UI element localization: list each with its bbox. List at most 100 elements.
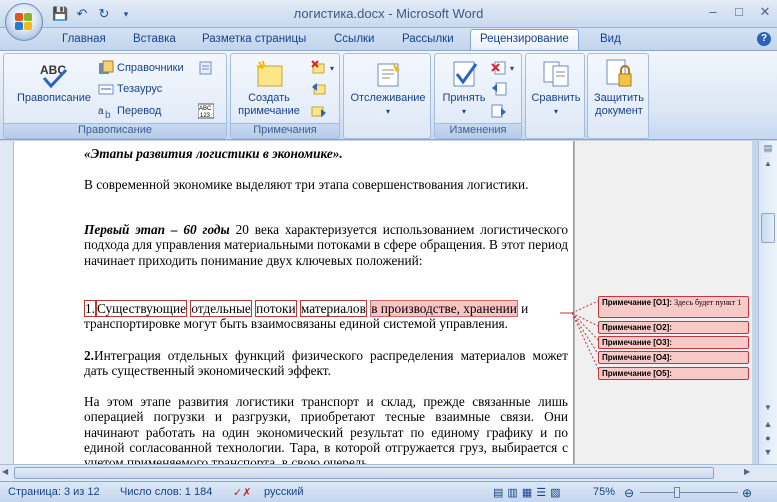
paragraph-1[interactable]: В современной экономике выделяют три эта… [84, 177, 568, 192]
proofing-group-label: Правописание [4, 123, 226, 138]
thesaurus-button[interactable]: Тезаурус [98, 81, 162, 97]
comment-anchor-4[interactable]: материалов [299, 300, 367, 317]
zoom-slider[interactable] [640, 492, 738, 493]
set-language-button[interactable] [198, 60, 214, 76]
close-button[interactable]: ✕ [757, 4, 773, 20]
tab-home[interactable]: Главная [62, 33, 106, 45]
zoom-in-icon[interactable]: ⊕ [742, 486, 752, 500]
view-buttons: ▤ ▥ ▦ ☰ ▧ [493, 486, 561, 499]
tab-page-layout[interactable]: Разметка страницы [202, 33, 306, 45]
compare-button[interactable]: Сравнить ▾ [528, 58, 584, 118]
document-heading[interactable]: «Этапы развития логистики в экономике». [84, 146, 568, 161]
scroll-right-icon[interactable]: ▶ [744, 467, 750, 476]
comment-4-label: Примечание [O4]: [602, 353, 672, 362]
dropdown-icon: ▾ [330, 63, 335, 73]
tab-view[interactable]: Вид [600, 33, 621, 45]
tab-mailings[interactable]: Рассылки [402, 33, 454, 45]
comment-anchor-1[interactable]: 1. [84, 300, 96, 317]
comment-balloon-4[interactable]: Примечание [O4]: [598, 351, 749, 364]
previous-comment-button[interactable] [311, 81, 327, 97]
scroll-down-icon[interactable]: ▼ [761, 403, 775, 415]
paragraph-4[interactable]: 2.Интеграция отдельных функций физическо… [84, 348, 568, 379]
horizontal-scroll-thumb[interactable] [14, 467, 714, 479]
paragraph-2[interactable]: Первый этап – 60 годы 20 века характериз… [84, 222, 568, 268]
proofing-status-icon[interactable]: ✓✗ [233, 486, 251, 499]
translate-label: Перевод [117, 105, 162, 117]
comment-balloon-3[interactable]: Примечание [O3]: [598, 336, 749, 349]
word-count-button[interactable]: ABC 123 [197, 103, 215, 119]
ribbon: ABC Правописание Справочники Тезаурус ab… [0, 50, 777, 140]
translate-button[interactable]: ab Перевод [98, 103, 162, 121]
next-comment-button[interactable] [311, 103, 327, 119]
scroll-thumb[interactable] [761, 213, 775, 243]
comment-anchor-5[interactable]: в производстве, хранении [370, 300, 518, 317]
spelling-check-icon: ABC [38, 58, 70, 90]
ruler-toggle-icon[interactable]: ▤ [761, 143, 775, 157]
comment-anchor-3[interactable]: потоки [255, 300, 297, 317]
protect-label-2: документ [595, 105, 643, 117]
page-indicator[interactable]: Страница: 3 из 12 [8, 486, 100, 498]
spelling-button[interactable]: ABC Правописание [10, 58, 98, 105]
browse-object-icon[interactable]: ● [761, 433, 775, 445]
tab-review[interactable]: Рецензирование [470, 29, 579, 51]
zoom-out-icon[interactable]: ⊖ [624, 486, 634, 500]
ribbon-tabs: Главная Вставка Разметка страницы Ссылки… [0, 28, 777, 51]
paragraph-5[interactable]: На этом этапе развития логистики транспо… [84, 394, 568, 464]
group-tracking: Отслеживание ▾ [343, 53, 431, 139]
research-button[interactable]: Справочники [98, 60, 184, 76]
comment-balloon-1[interactable]: Примечание [O1]: Здесь будет пункт 1 [598, 296, 749, 318]
dropdown-icon: ▾ [553, 107, 558, 116]
previous-comment-icon [311, 81, 327, 97]
next-change-button[interactable] [491, 103, 507, 119]
next-comment-icon [311, 103, 327, 119]
minimize-button[interactable]: – [705, 4, 721, 20]
new-comment-icon [253, 58, 285, 90]
word-count[interactable]: Число слов: 1 184 [120, 486, 212, 498]
window-controls: – □ ✕ [705, 4, 773, 20]
accept-button[interactable]: Принять ▾ [437, 58, 491, 118]
outline-icon[interactable]: ☰ [536, 486, 546, 499]
delete-comment-button[interactable]: ▾ [311, 60, 334, 76]
print-layout-icon[interactable]: ▤ [493, 486, 503, 499]
web-layout-icon[interactable]: ▦ [522, 486, 532, 499]
tab-insert[interactable]: Вставка [133, 33, 176, 45]
dropdown-icon: ▾ [461, 107, 466, 116]
full-screen-reading-icon[interactable]: ▥ [507, 486, 517, 499]
vertical-ruler [0, 141, 14, 464]
new-comment-button[interactable]: Создать примечание [235, 58, 303, 118]
previous-page-icon[interactable]: ▲ [761, 419, 775, 431]
zoom-slider-thumb[interactable] [674, 487, 680, 498]
accept-label: Принять [442, 92, 486, 104]
previous-change-button[interactable] [491, 81, 507, 97]
zoom-level[interactable]: 75% [593, 486, 615, 498]
horizontal-scrollbar[interactable]: ◀ ▶ [0, 464, 777, 481]
language-indicator[interactable]: русский [264, 486, 303, 498]
protect-document-button[interactable]: Защитить документ [590, 58, 648, 118]
comment-balloon-5[interactable]: Примечание [O5]: [598, 367, 749, 380]
changes-group-label: Изменения [435, 123, 521, 138]
reject-button[interactable]: ▾ [491, 60, 514, 76]
comments-group-label: Примечания [231, 123, 339, 138]
comment-balloon-2[interactable]: Примечание [O2]: [598, 321, 749, 334]
accept-change-icon [448, 58, 480, 90]
next-page-icon[interactable]: ▼ [761, 447, 775, 459]
comment-anchor-2[interactable]: отдельные [190, 300, 252, 317]
tracking-button[interactable]: Отслеживание ▾ [348, 58, 428, 118]
help-icon[interactable]: ? [757, 32, 771, 46]
lock-document-icon [603, 58, 635, 90]
paragraph-4-number: 2. [84, 348, 94, 363]
scroll-up-icon[interactable]: ▲ [761, 159, 775, 171]
maximize-button[interactable]: □ [731, 4, 747, 20]
draft-icon[interactable]: ▧ [550, 486, 560, 499]
office-logo-icon [15, 13, 33, 31]
office-button[interactable] [5, 3, 43, 41]
next-change-icon [491, 103, 507, 119]
scroll-left-icon[interactable]: ◀ [2, 467, 8, 476]
tab-references[interactable]: Ссылки [334, 33, 375, 45]
vertical-scrollbar[interactable]: ▤ ▲ ▼ ▲ ● ▼ [758, 141, 777, 464]
svg-text:b: b [105, 110, 111, 119]
paragraph-2-bold: Первый этап – 60 годы [84, 222, 230, 237]
comment-anchor-1-word[interactable]: Существующие [95, 300, 188, 317]
translate-icon: ab [98, 103, 114, 121]
paragraph-3[interactable]: 1. Существующие отдельные потоки материал… [84, 300, 568, 332]
